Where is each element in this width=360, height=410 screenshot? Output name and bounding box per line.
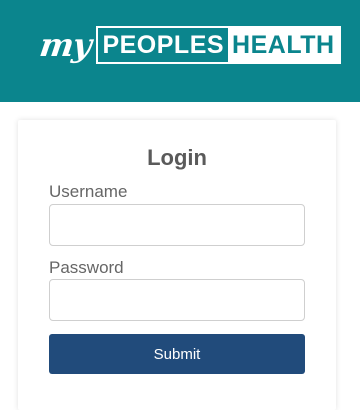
password-input[interactable] [49, 279, 305, 321]
login-card: Login Username Password Submit [18, 120, 336, 410]
logo-wordmark: PEOPLES HEALTH [96, 26, 341, 64]
username-label: Username [49, 182, 128, 201]
my-peoples-health-logo: my PEOPLES HEALTH [37, 25, 341, 65]
logo-word-peoples: PEOPLES [98, 28, 229, 62]
site-header: my PEOPLES HEALTH [0, 0, 360, 102]
logo-prefix: my [37, 26, 94, 64]
submit-button[interactable]: Submit [49, 334, 305, 374]
username-input[interactable] [49, 204, 305, 246]
login-title: Login [147, 145, 207, 170]
password-label: Password [49, 258, 124, 277]
logo-word-health: HEALTH [228, 28, 339, 62]
